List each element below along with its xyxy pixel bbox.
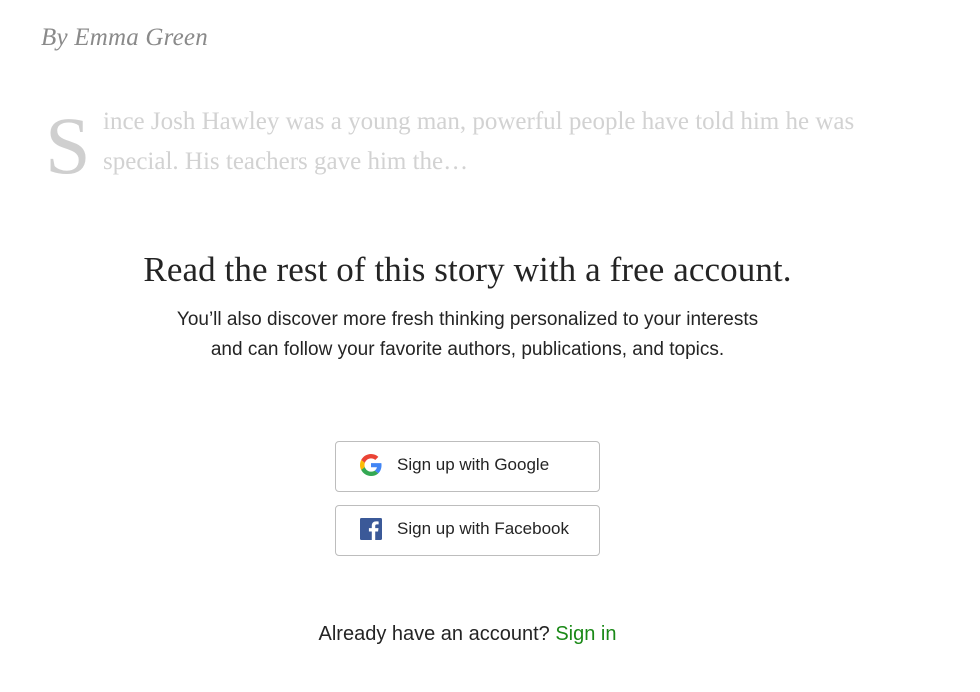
sign-up-google-button[interactable]: Sign up with Google [335,441,600,492]
excerpt-text: ince Josh Hawley was a young man, powerf… [103,108,855,175]
sign-up-google-label: Sign up with Google [397,455,550,474]
article-byline: By Emma Green [41,24,208,51]
excerpt-dropcap: S [45,100,91,191]
paywall-headline: Read the rest of this story with a free … [143,250,792,289]
sign-in-row: Already have an account? Sign in [0,623,935,646]
paywall-subtext: You’ll also discover more fresh thinking… [176,309,759,360]
facebook-icon [360,518,384,542]
sign-in-link[interactable]: Sign in [555,623,616,645]
sign-in-prompt: Already have an account? [318,623,550,645]
google-icon [360,454,384,478]
sign-up-facebook-label: Sign up with Facebook [397,519,569,538]
sign-up-facebook-button[interactable]: Sign up with Facebook [335,505,600,556]
